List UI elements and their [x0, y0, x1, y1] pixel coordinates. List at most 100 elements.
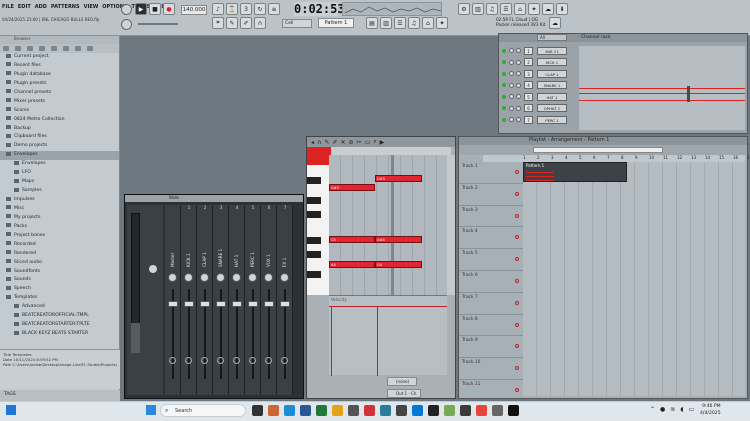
browser-star-icon[interactable] [63, 46, 69, 51]
channel-pan-knob[interactable] [509, 71, 514, 77]
piano-roll-output[interactable]: Out 1 - Ch [387, 389, 421, 398]
menu-edit[interactable]: EDIT [18, 4, 31, 10]
mixer-send-icon[interactable] [201, 357, 208, 364]
mixer-send-icon[interactable] [281, 357, 288, 364]
browser-item[interactable]: Templates [0, 294, 119, 303]
wait-icon[interactable]: ⌛ [226, 3, 238, 15]
browser-item[interactable]: Scores [0, 107, 119, 116]
channel-number[interactable]: 3 [524, 69, 533, 78]
mixer-send-icon[interactable] [217, 357, 224, 364]
note-grid[interactable]: G#5 D#5 C5 A#4 A4 G4 [329, 155, 447, 295]
velocity-lane[interactable]: Velocity [329, 295, 447, 376]
edge-icon[interactable] [284, 405, 295, 416]
channel-name-button[interactable]: HAT 1 [537, 92, 567, 101]
channel-mute-led[interactable] [502, 83, 506, 88]
track-header[interactable]: Track 1 [459, 162, 523, 184]
track-header[interactable]: Track 11 [459, 380, 523, 402]
piano-roll-select-icon[interactable]: ▭ [365, 139, 371, 146]
piano-roll-vscroll[interactable] [447, 155, 455, 295]
browser-view-icon[interactable] [27, 46, 33, 51]
channel-graph[interactable] [579, 46, 745, 130]
channel-mute-led[interactable] [502, 71, 506, 76]
windows-start-icon[interactable] [6, 405, 16, 415]
chrome-icon[interactable] [476, 405, 487, 416]
track-mute-icon[interactable] [515, 322, 519, 327]
volume-icon[interactable]: ◖ [680, 406, 683, 413]
app-gray-icon[interactable] [460, 405, 471, 416]
mixer-channel[interactable]: Master [165, 205, 181, 395]
track-mute-icon[interactable] [515, 278, 519, 283]
taskbar-search[interactable]: Search [160, 404, 246, 417]
tray-arrow-icon[interactable]: ⌃ [650, 406, 655, 413]
browser-item[interactable]: Impulses [0, 196, 119, 205]
pattern-selector[interactable]: Pattern 1 [318, 18, 354, 28]
piano-roll-play-icon[interactable]: ▶ [380, 139, 385, 146]
track-mute-icon[interactable] [515, 235, 519, 240]
track-header[interactable]: Track 6 [459, 271, 523, 293]
mixer-title[interactable]: Wide [125, 195, 303, 202]
mail-icon[interactable] [412, 405, 423, 416]
channel-pan-knob[interactable] [509, 94, 514, 100]
browser-item[interactable]: Recent files [0, 62, 119, 71]
excel-icon[interactable] [316, 405, 327, 416]
play-button[interactable]: ▶ [135, 3, 147, 15]
mixer-pan-knob[interactable] [184, 273, 193, 282]
view-browser-icon[interactable]: ⌂ [422, 17, 434, 29]
magnet-icon[interactable]: ∩ [254, 17, 266, 29]
browser-item[interactable]: Samples [0, 187, 119, 196]
terminal-icon[interactable] [508, 405, 519, 416]
mixer-fader-handle[interactable] [232, 301, 242, 307]
track-header[interactable]: Track 5 [459, 249, 523, 271]
mixer-pan-knob[interactable] [232, 273, 241, 282]
track-header[interactable]: Track 2 [459, 184, 523, 206]
wifi-icon[interactable]: ≋ [670, 406, 675, 413]
channel-mute-led[interactable] [502, 106, 506, 111]
channel-name-button[interactable]: 808 11 [537, 46, 567, 55]
view-channel-rack-icon[interactable]: ☰ [394, 17, 406, 29]
channel-volume-knob[interactable] [516, 71, 521, 77]
channel-volume-knob[interactable] [516, 94, 521, 100]
track-header[interactable]: Track 7 [459, 293, 523, 315]
mixer-channel[interactable]: 1 KICK 1 [181, 205, 197, 395]
browser-item[interactable]: Envelopes [0, 160, 119, 169]
track-mute-icon[interactable] [515, 213, 519, 218]
mixer-send-icon[interactable] [265, 357, 272, 364]
browser-item[interactable]: 0824 Metro Collection [0, 116, 119, 125]
mixer-fader-handle[interactable] [184, 301, 194, 307]
note-c[interactable]: C5 [329, 236, 375, 243]
note-f[interactable]: G4 [375, 261, 422, 268]
channel-mute-led[interactable] [502, 94, 506, 99]
mixer-send-icon[interactable] [249, 357, 256, 364]
view-piano-roll-icon[interactable]: ♫ [408, 17, 420, 29]
channel-name-button[interactable]: SNARE 1 [537, 81, 567, 90]
playlist-grid[interactable]: Pattern 1 [523, 162, 745, 396]
browser-collapse-icon[interactable] [15, 46, 21, 51]
browser-item[interactable]: Packs [0, 223, 119, 232]
word-icon[interactable] [300, 405, 311, 416]
playlist-pattern-selector[interactable] [533, 147, 663, 153]
browser-item[interactable]: Current project [0, 53, 119, 62]
mixer-pan-knob[interactable] [200, 273, 209, 282]
browser-item[interactable]: Advanced [0, 303, 119, 312]
master-knob[interactable] [149, 265, 157, 273]
channel-volume-knob[interactable] [516, 105, 521, 111]
note-a[interactable]: G#5 [329, 184, 375, 191]
mixer-channel[interactable]: 5 PERC 1 [245, 205, 261, 395]
channel-number[interactable]: 4 [524, 81, 533, 90]
browser-item[interactable]: Sounds [0, 276, 119, 285]
view-plugin-icon[interactable]: ✦ [436, 17, 448, 29]
channel-volume-knob[interactable] [516, 82, 521, 88]
channel-pan-knob[interactable] [509, 59, 514, 65]
browser-item[interactable]: Clipboard files [0, 133, 119, 142]
master-pitch-slider[interactable] [138, 23, 178, 25]
brush-icon[interactable]: ✐ [240, 17, 252, 29]
note-d[interactable]: A#4 [375, 236, 422, 243]
browser-item[interactable]: Envelopes [0, 151, 119, 161]
pencil-icon[interactable]: ✎ [226, 17, 238, 29]
note-e[interactable]: A4 [329, 261, 375, 268]
channel-name-button[interactable]: OPHAT 1 [537, 104, 567, 113]
piano-roll-pencil-icon[interactable]: ✎ [324, 139, 329, 146]
settings-icon[interactable] [348, 405, 359, 416]
track-mute-icon[interactable] [515, 387, 519, 392]
browser-item[interactable]: My projects [0, 214, 119, 223]
